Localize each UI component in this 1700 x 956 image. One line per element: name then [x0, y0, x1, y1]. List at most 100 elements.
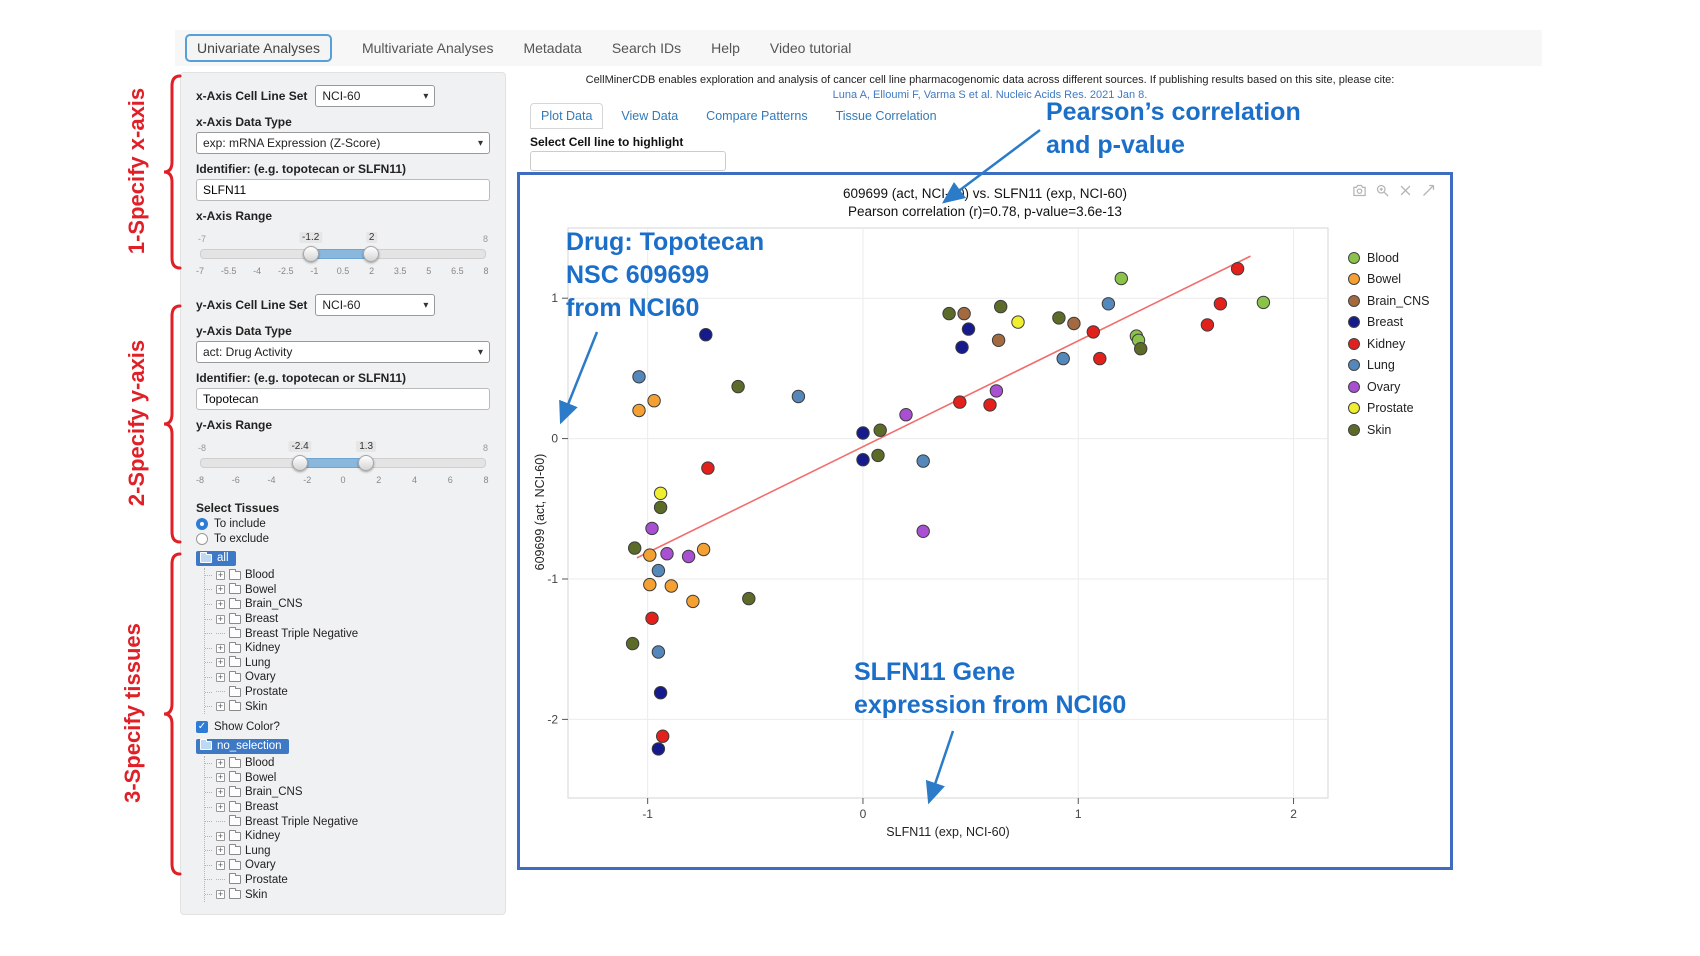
- nav-tab-multivariate-analyses[interactable]: Multivariate Analyses: [362, 40, 494, 56]
- tree-item-blood[interactable]: +Blood: [205, 756, 490, 771]
- zoom-icon[interactable]: [1375, 183, 1390, 198]
- data-point-lung[interactable]: [652, 564, 664, 576]
- data-point-bowel[interactable]: [633, 404, 645, 416]
- data-point-blood[interactable]: [1115, 272, 1127, 284]
- tab-tissue-correlation[interactable]: Tissue Correlation: [826, 104, 947, 128]
- expander-icon[interactable]: +: [216, 673, 225, 682]
- nav-tab-metadata[interactable]: Metadata: [523, 40, 581, 56]
- data-point-breast[interactable]: [652, 743, 664, 755]
- data-point-skin[interactable]: [732, 380, 744, 392]
- expander-icon[interactable]: +: [216, 846, 225, 855]
- tree-item-bowel[interactable]: +Bowel: [205, 583, 490, 598]
- nav-tab-help[interactable]: Help: [711, 40, 740, 56]
- legend-item-skin[interactable]: Skin: [1348, 419, 1430, 441]
- nav-tab-univariate-analyses[interactable]: Univariate Analyses: [185, 34, 332, 62]
- tree-item-lung[interactable]: +Lung: [205, 656, 490, 671]
- data-point-skin[interactable]: [743, 592, 755, 604]
- tree-item-skin[interactable]: +Skin: [205, 887, 490, 902]
- data-point-skin[interactable]: [874, 424, 886, 436]
- tree-item-kidney[interactable]: +Kidney: [205, 829, 490, 844]
- show-color-checkbox[interactable]: ✓ Show Color?: [196, 721, 490, 733]
- data-point-kidney[interactable]: [657, 730, 669, 742]
- legend-item-kidney[interactable]: Kidney: [1348, 333, 1430, 355]
- expander-icon[interactable]: +: [216, 644, 225, 653]
- data-point-bowel[interactable]: [644, 549, 656, 561]
- expander-icon[interactable]: +: [216, 759, 225, 768]
- data-point-lung[interactable]: [1102, 298, 1114, 310]
- tab-view-data[interactable]: View Data: [611, 104, 688, 128]
- legend-item-prostate[interactable]: Prostate: [1348, 398, 1430, 420]
- data-point-bowel[interactable]: [697, 543, 709, 555]
- data-point-skin[interactable]: [626, 637, 638, 649]
- close-icon[interactable]: [1398, 183, 1413, 198]
- nav-tab-video-tutorial[interactable]: Video tutorial: [770, 40, 851, 56]
- tree-item-brain-cns[interactable]: +Brain_CNS: [205, 785, 490, 800]
- expander-icon[interactable]: +: [216, 585, 225, 594]
- data-point-kidney[interactable]: [702, 462, 714, 474]
- data-point-bowel[interactable]: [648, 395, 660, 407]
- data-point-brain-cns[interactable]: [958, 307, 970, 319]
- data-point-ovary[interactable]: [661, 548, 673, 560]
- data-point-lung[interactable]: [792, 390, 804, 402]
- nav-tab-search-ids[interactable]: Search IDs: [612, 40, 681, 56]
- data-point-skin[interactable]: [654, 501, 666, 513]
- data-point-prostate[interactable]: [654, 487, 666, 499]
- tree-item-prostate[interactable]: Prostate: [205, 685, 490, 700]
- tree-item-bowel[interactable]: +Bowel: [205, 771, 490, 786]
- expander-icon[interactable]: +: [216, 615, 225, 624]
- data-point-bowel[interactable]: [665, 580, 677, 592]
- tree-root-all[interactable]: all: [196, 551, 490, 566]
- citation-link[interactable]: Luna A, Elloumi F, Varma S et al. Nuclei…: [540, 89, 1440, 101]
- radio-to-exclude[interactable]: To exclude: [196, 533, 490, 545]
- data-point-skin[interactable]: [1053, 312, 1065, 324]
- data-point-kidney[interactable]: [1201, 319, 1213, 331]
- data-point-bowel[interactable]: [687, 595, 699, 607]
- x-cell-line-set-select[interactable]: NCI-60 ▾: [315, 85, 435, 107]
- data-point-skin[interactable]: [629, 542, 641, 554]
- y-axis-range-slider[interactable]: -8 8 -2.4 1.3 -8-6-4-202468: [200, 458, 486, 489]
- pan-arrow-icon[interactable]: [1421, 183, 1436, 198]
- slider-track[interactable]: [200, 249, 486, 259]
- data-point-breast[interactable]: [857, 427, 869, 439]
- slider-handle-to[interactable]: [358, 455, 374, 471]
- data-point-kidney[interactable]: [1214, 298, 1226, 310]
- data-point-kidney[interactable]: [954, 396, 966, 408]
- tree-item-ovary[interactable]: +Ovary: [205, 670, 490, 685]
- tree-item-breast[interactable]: +Breast: [205, 612, 490, 627]
- data-point-ovary[interactable]: [646, 522, 658, 534]
- data-point-bowel[interactable]: [644, 578, 656, 590]
- data-point-kidney[interactable]: [1231, 263, 1243, 275]
- tree-item-brain-cns[interactable]: +Brain_CNS: [205, 597, 490, 612]
- expander-icon[interactable]: +: [216, 890, 225, 899]
- tree-item-breast-triple-negative[interactable]: Breast Triple Negative: [205, 814, 490, 829]
- data-point-kidney[interactable]: [646, 612, 658, 624]
- expander-icon[interactable]: +: [216, 773, 225, 782]
- x-data-type-select[interactable]: exp: mRNA Expression (Z-Score) ▾: [196, 132, 490, 154]
- data-point-ovary[interactable]: [917, 525, 929, 537]
- tree-item-breast-triple-negative[interactable]: Breast Triple Negative: [205, 626, 490, 641]
- data-point-ovary[interactable]: [990, 385, 1002, 397]
- data-point-lung[interactable]: [633, 371, 645, 383]
- data-point-breast[interactable]: [654, 687, 666, 699]
- tree-item-prostate[interactable]: Prostate: [205, 873, 490, 888]
- legend-item-breast[interactable]: Breast: [1348, 312, 1430, 334]
- data-point-brain-cns[interactable]: [992, 334, 1004, 346]
- tree-item-lung[interactable]: +Lung: [205, 844, 490, 859]
- x-identifier-input[interactable]: [196, 179, 490, 201]
- data-point-kidney[interactable]: [1094, 352, 1106, 364]
- camera-icon[interactable]: [1352, 183, 1367, 198]
- data-point-kidney[interactable]: [1087, 326, 1099, 338]
- slider-handle-from[interactable]: [303, 246, 319, 262]
- expander-icon[interactable]: +: [216, 832, 225, 841]
- slider-handle-to[interactable]: [363, 246, 379, 262]
- data-point-blood[interactable]: [1257, 296, 1269, 308]
- x-axis-range-slider[interactable]: -7 8 -1.2 2 -7-5.5-4-2.5-10.523.556.58: [200, 249, 486, 280]
- legend-item-blood[interactable]: Blood: [1348, 247, 1430, 269]
- expander-icon[interactable]: +: [216, 788, 225, 797]
- legend-item-brain-cns[interactable]: Brain_CNS: [1348, 290, 1430, 312]
- tree-item-blood[interactable]: +Blood: [205, 568, 490, 583]
- expander-icon[interactable]: +: [216, 702, 225, 711]
- data-point-lung[interactable]: [1057, 352, 1069, 364]
- tree-item-breast[interactable]: +Breast: [205, 800, 490, 815]
- tree-item-ovary[interactable]: +Ovary: [205, 858, 490, 873]
